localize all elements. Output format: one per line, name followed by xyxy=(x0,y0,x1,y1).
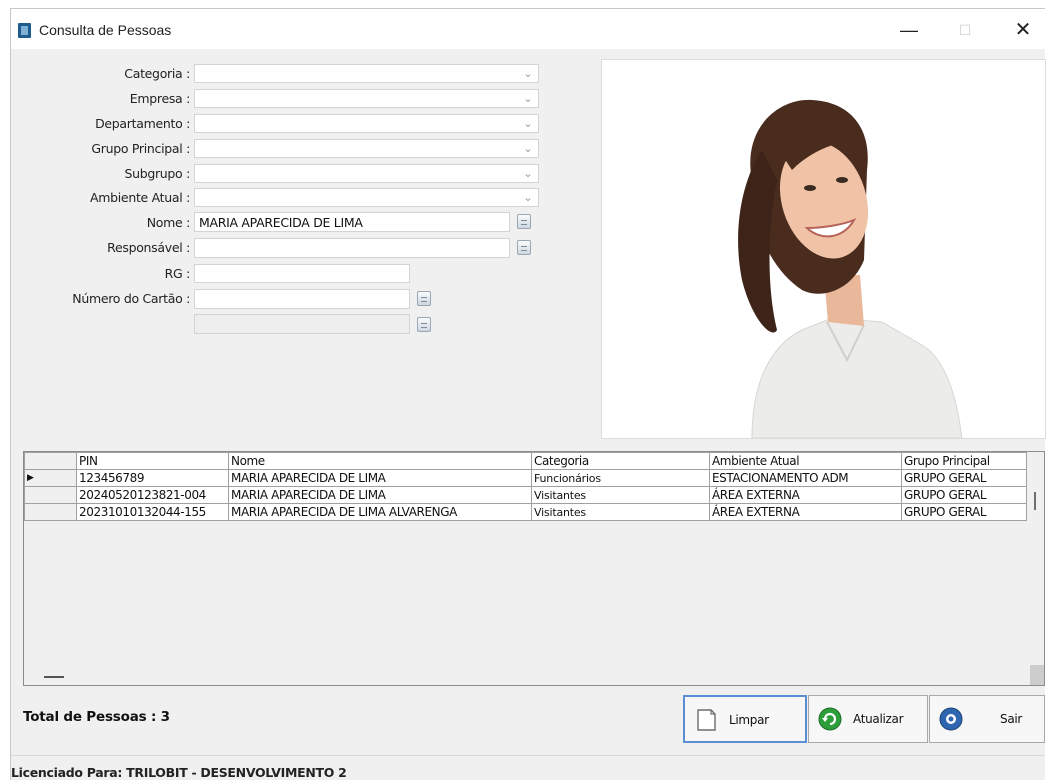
window-title: Consulta de Pessoas xyxy=(39,22,172,38)
cell-ambiente-atual[interactable]: ÁREA EXTERNA xyxy=(709,486,902,504)
cell-grupo-principal[interactable]: GRUPO GERAL xyxy=(901,469,1027,487)
table-header-row: PIN Nome Categoria Ambiente Atual Grupo … xyxy=(24,452,1027,470)
column-header-nome[interactable]: Nome xyxy=(228,452,532,470)
chevron-down-icon[interactable]: ⌄ xyxy=(522,92,534,106)
ambiente-atual-label: Ambiente Atual : xyxy=(90,190,190,205)
refresh-icon xyxy=(818,707,842,731)
lookup-icon[interactable] xyxy=(417,317,431,332)
limpar-button[interactable]: Limpar xyxy=(683,695,807,743)
responsavel-field[interactable] xyxy=(194,238,510,258)
cell-pin[interactable]: 20231010132044-155 xyxy=(76,503,229,521)
horizontal-scrollbar[interactable] xyxy=(44,676,64,678)
close-button[interactable]: ✕ xyxy=(1005,15,1041,45)
title-bar: Consulta de Pessoas — ☐ ✕ xyxy=(11,9,1045,49)
person-photo xyxy=(601,59,1046,439)
rg-field[interactable] xyxy=(194,264,410,283)
person-photo-image xyxy=(738,99,963,438)
cell-grupo-principal[interactable]: GRUPO GERAL xyxy=(901,503,1027,521)
cell-nome[interactable]: MARIA APARECIDA DE LIMA xyxy=(228,486,532,504)
lookup-icon[interactable] xyxy=(517,214,531,229)
ambiente-atual-combo[interactable]: ⌄ xyxy=(194,188,539,207)
chevron-down-icon[interactable]: ⌄ xyxy=(522,117,534,131)
row-indicator-header xyxy=(24,452,77,470)
total-pessoas-label: Total de Pessoas : 3 xyxy=(23,709,170,725)
exit-icon xyxy=(939,707,963,731)
responsavel-label: Responsável : xyxy=(107,240,190,255)
nome-label: Nome : xyxy=(146,215,191,230)
subgrupo-label: Subgrupo : xyxy=(124,166,190,181)
cell-categoria[interactable]: Funcionários xyxy=(531,469,710,487)
app-icon xyxy=(18,23,31,38)
vertical-scrollbar[interactable] xyxy=(1030,482,1044,685)
minimize-button[interactable]: — xyxy=(891,15,927,45)
sair-label: Sair xyxy=(1000,712,1023,726)
cell-categoria[interactable]: Visitantes xyxy=(531,503,710,521)
categoria-combo[interactable]: ⌄ xyxy=(194,64,539,83)
people-grid[interactable]: PIN Nome Categoria Ambiente Atual Grupo … xyxy=(23,451,1045,686)
people-table: PIN Nome Categoria Ambiente Atual Grupo … xyxy=(24,452,1027,521)
clear-document-icon xyxy=(697,709,716,731)
departamento-combo[interactable]: ⌄ xyxy=(194,114,539,133)
row-indicator xyxy=(24,486,77,504)
table-row[interactable]: 20240520123821-004 MARIA APARECIDA DE LI… xyxy=(24,486,1027,504)
cell-categoria[interactable]: Visitantes xyxy=(531,486,710,504)
row-indicator xyxy=(24,503,77,521)
empresa-label: Empresa : xyxy=(129,91,191,106)
atualizar-button[interactable]: Atualizar xyxy=(808,695,928,743)
atualizar-label: Atualizar xyxy=(853,712,904,726)
extra-field xyxy=(194,314,410,334)
row-indicator-icon: ▶ xyxy=(24,469,77,487)
numero-do-cartao-label: Número do Cartão : xyxy=(72,291,190,306)
limpar-label: Limpar xyxy=(729,713,769,727)
column-header-pin[interactable]: PIN xyxy=(76,452,229,470)
column-header-categoria[interactable]: Categoria xyxy=(531,452,710,470)
subgrupo-combo[interactable]: ⌄ xyxy=(194,164,539,183)
chevron-down-icon[interactable]: ⌄ xyxy=(522,167,534,181)
column-header-ambiente-atual[interactable]: Ambiente Atual xyxy=(709,452,902,470)
scrollbar-down-area[interactable] xyxy=(1030,665,1044,685)
cell-ambiente-atual[interactable]: ÁREA EXTERNA xyxy=(709,503,902,521)
empresa-combo[interactable]: ⌄ xyxy=(194,89,539,108)
consulta-de-pessoas-window: Consulta de Pessoas — ☐ ✕ Categoria : ⌄ … xyxy=(10,8,1046,780)
licenciado-para-label: Licenciado Para: TRILOBIT - DESENVOLVIME… xyxy=(11,765,347,780)
cell-nome[interactable]: MARIA APARECIDA DE LIMA ALVARENGA xyxy=(228,503,532,521)
status-separator xyxy=(11,755,1045,756)
cell-pin[interactable]: 20240520123821-004 xyxy=(76,486,229,504)
chevron-down-icon[interactable]: ⌄ xyxy=(522,191,534,205)
maximize-button[interactable]: ☐ xyxy=(947,15,983,45)
departamento-label: Departamento : xyxy=(95,116,190,131)
grupo-principal-combo[interactable]: ⌄ xyxy=(194,139,539,158)
cell-ambiente-atual[interactable]: ESTACIONAMENTO ADM xyxy=(709,469,902,487)
sair-button[interactable]: Sair xyxy=(929,695,1045,743)
categoria-label: Categoria : xyxy=(124,66,190,81)
chevron-down-icon[interactable]: ⌄ xyxy=(522,142,534,156)
scrollbar-thumb[interactable] xyxy=(1034,492,1036,510)
table-row[interactable]: ▶ 123456789 MARIA APARECIDA DE LIMA Func… xyxy=(24,469,1027,487)
table-row[interactable]: 20231010132044-155 MARIA APARECIDA DE LI… xyxy=(24,503,1027,521)
lookup-icon[interactable] xyxy=(517,240,531,255)
cell-nome[interactable]: MARIA APARECIDA DE LIMA xyxy=(228,469,532,487)
cell-pin[interactable]: 123456789 xyxy=(76,469,229,487)
lookup-icon[interactable] xyxy=(417,291,431,306)
cell-grupo-principal[interactable]: GRUPO GERAL xyxy=(901,486,1027,504)
numero-do-cartao-field[interactable] xyxy=(194,289,410,309)
chevron-down-icon[interactable]: ⌄ xyxy=(522,67,534,81)
column-header-grupo-principal[interactable]: Grupo Principal xyxy=(901,452,1027,470)
rg-label: RG : xyxy=(164,266,191,281)
nome-field[interactable]: MARIA APARECIDA DE LIMA xyxy=(194,212,510,232)
grupo-principal-label: Grupo Principal : xyxy=(91,141,190,156)
